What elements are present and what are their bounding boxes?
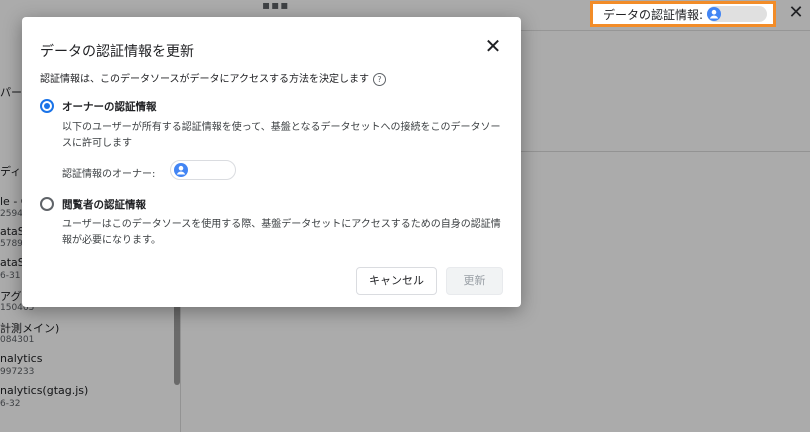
- data-credentials-indicator[interactable]: データの認証情報:: [590, 1, 776, 27]
- owner-credentials-description: 以下のユーザーが所有する認証情報を使って、基盤となるデータセットへの接続をこのデ…: [62, 122, 501, 149]
- dialog-close-icon[interactable]: ✕: [482, 35, 504, 57]
- dialog-description: 認証情報は、このデータソースがデータにアクセスする方法を決定します?: [40, 70, 386, 86]
- update-credentials-dialog: データの認証情報を更新 ✕ 認証情報は、このデータソースがデータにアクセスする方…: [22, 17, 521, 307]
- credentials-owner-label: 認証情報のオーナー:: [62, 169, 156, 180]
- account-circle-icon: [174, 163, 188, 177]
- dialog-description-text: 認証情報は、このデータソースがデータにアクセスする方法を決定します: [40, 74, 369, 85]
- owner-credentials-title[interactable]: オーナーの認証情報: [62, 99, 157, 114]
- account-circle-icon: [707, 7, 722, 21]
- credentials-owner-chip[interactable]: [170, 160, 236, 180]
- viewer-credentials-title[interactable]: 閲覧者の認証情報: [62, 197, 146, 212]
- viewer-credentials-description: ユーザーはこのデータソースを使用する際、基盤データセットにアクセスするための自身…: [62, 219, 501, 246]
- dialog-title: データの認証情報を更新: [40, 44, 194, 60]
- update-button[interactable]: 更新: [446, 267, 503, 295]
- viewer-credentials-radio[interactable]: [40, 197, 54, 211]
- credentials-owner-chip[interactable]: [707, 6, 768, 22]
- owner-credentials-radio[interactable]: [40, 99, 54, 113]
- close-icon[interactable]: ✕: [786, 3, 806, 23]
- cancel-button[interactable]: キャンセル: [356, 267, 437, 295]
- help-icon[interactable]: ?: [373, 72, 386, 86]
- data-credentials-label: データの認証情報:: [603, 7, 704, 22]
